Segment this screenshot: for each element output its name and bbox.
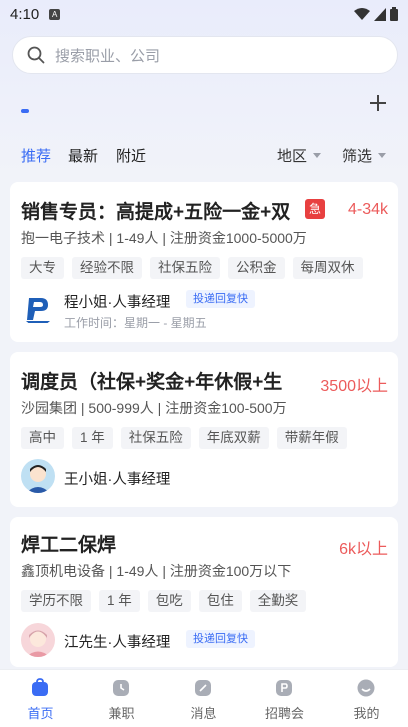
recruiter-name: 王小姐·人事经理 — [64, 472, 171, 488]
add-icon[interactable] — [368, 93, 388, 113]
job-tag: 全勤奖 — [249, 590, 307, 612]
signal-icon — [374, 7, 386, 21]
battery-icon — [390, 7, 398, 21]
nav-part-time[interactable]: 兼职 — [81, 670, 162, 727]
message-icon — [195, 680, 211, 696]
tab-recommend[interactable]: 推荐 — [21, 145, 51, 166]
profile-icon — [357, 679, 375, 697]
avatar — [21, 623, 55, 657]
nav-home-label: 首页 — [27, 706, 54, 721]
job-title: 调度员（社保+奖金+年休假+生 — [21, 372, 283, 393]
tab-nearby[interactable]: 附近 — [116, 145, 146, 166]
status-bar: 4:10 A — [0, 0, 408, 28]
clock-icon — [113, 680, 129, 696]
category-indicator — [21, 109, 29, 113]
job-tag: 带薪年假 — [276, 427, 347, 449]
tab-latest[interactable]: 最新 — [68, 145, 98, 166]
status-time: 4:10 — [10, 5, 40, 23]
nav-profile-label: 我的 — [353, 706, 380, 721]
sim-icon: A — [49, 8, 61, 20]
search-icon — [27, 46, 45, 64]
job-tag: 每周双休 — [292, 257, 363, 279]
home-icon — [32, 678, 48, 696]
screen-filter[interactable]: 筛选 — [342, 145, 387, 166]
job-card[interactable]: 调度员（社保+奖金+年休假+生 3500以上 沙园集团 | 500-999人 |… — [10, 352, 398, 507]
nav-messages-label: 消息 — [190, 706, 217, 721]
nav-part-time-label: 兼职 — [108, 706, 135, 721]
salary: 3500以上 — [320, 378, 388, 395]
job-tag: 社保五险 — [120, 427, 191, 449]
job-tags: 大专 经验不限 社保五险 公积金 每周双休 — [21, 257, 363, 279]
company-info: 鑫顶机电设备 | 1-49人 | 注册资金100万以下 — [21, 563, 292, 579]
nav-job-fair-label: 招聘会 — [264, 706, 304, 721]
region-filter[interactable]: 地区 — [277, 145, 322, 166]
recruiter-name: 江先生·人事经理 — [64, 635, 171, 651]
job-title: 销售专员：高提成+五险一金+双 — [21, 202, 291, 223]
urgent-badge: 急 — [305, 199, 325, 219]
job-tags: 学历不限 1 年 包吃 包住 全勤奖 — [21, 590, 307, 612]
nav-home[interactable]: 首页 — [0, 670, 81, 727]
nav-job-fair[interactable]: 招聘会 — [244, 670, 325, 727]
job-tag: 包吃 — [147, 590, 191, 612]
job-tag: 学历不限 — [21, 590, 91, 612]
wifi-icon — [354, 7, 370, 20]
job-title: 焊工二保焊 — [21, 535, 117, 556]
search-input[interactable]: 搜索职业、公司 — [12, 36, 398, 74]
work-time: 工作时间：星期一 - 星期五 — [64, 316, 207, 330]
screen-filter-label: 筛选 — [342, 148, 373, 165]
company-info: 抱一电子技术 | 1-49人 | 注册资金1000-5000万 — [21, 230, 307, 246]
job-card[interactable]: 销售专员：高提成+五险一金+双 急 4-34k 抱一电子技术 | 1-49人 |… — [10, 182, 398, 342]
bottom-nav: 首页 兼职 消息 招聘会 我的 — [0, 669, 408, 727]
company-logo — [21, 292, 55, 326]
job-tag: 年底双薪 — [198, 427, 269, 449]
region-filter-label: 地区 — [277, 148, 308, 165]
chevron-down-icon — [313, 153, 322, 158]
nav-messages[interactable]: 消息 — [163, 670, 244, 727]
job-tag: 社保五险 — [150, 257, 220, 279]
salary: 6k以上 — [339, 541, 388, 558]
salary: 4-34k — [347, 201, 388, 218]
job-tag: 1 年 — [99, 590, 140, 612]
job-tag: 高中 — [21, 427, 64, 449]
job-tag: 大专 — [21, 257, 64, 279]
job-fair-icon — [276, 680, 292, 696]
search-placeholder: 搜索职业、公司 — [55, 47, 161, 65]
reply-fast-badge: 投递回复快 — [186, 290, 255, 308]
job-tags: 高中 1 年 社保五险 年底双薪 带薪年假 — [21, 427, 347, 449]
job-tag: 包住 — [198, 590, 242, 612]
chevron-down-icon — [378, 153, 387, 158]
job-tag: 公积金 — [228, 257, 285, 279]
job-tag: 经验不限 — [72, 257, 142, 279]
company-info: 沙园集团 | 500-999人 | 注册资金100-500万 — [21, 400, 287, 416]
feed-tabs: 推荐 最新 附近 地区 筛选 — [0, 140, 408, 170]
job-tag: 1 年 — [72, 427, 113, 449]
job-card[interactable]: 焊工二保焊 6k以上 鑫顶机电设备 | 1-49人 | 注册资金100万以下 学… — [10, 517, 398, 667]
recruiter-name: 程小姐·人事经理 — [64, 295, 171, 311]
reply-fast-badge: 投递回复快 — [186, 630, 255, 648]
nav-profile[interactable]: 我的 — [326, 670, 407, 727]
avatar — [21, 459, 55, 493]
